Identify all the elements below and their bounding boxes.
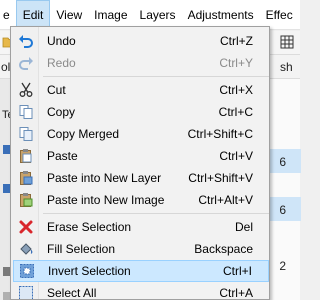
menu-separator bbox=[43, 213, 269, 214]
menu-item-redo[interactable]: Redo Ctrl+Y bbox=[13, 52, 269, 74]
menu-item-label: Redo bbox=[47, 56, 76, 70]
menu-item-shortcut: Ctrl+Y bbox=[219, 56, 253, 70]
paste-new-image-icon bbox=[15, 189, 37, 211]
menu-item-label: Erase Selection bbox=[47, 220, 132, 234]
menu-item-label: Paste into New Layer bbox=[47, 171, 162, 185]
menu-item-cut[interactable]: Cut Ctrl+X bbox=[13, 79, 269, 101]
menu-item-shortcut: Ctrl+X bbox=[219, 83, 253, 97]
edit-menu-dropdown: Undo Ctrl+Z Redo Ctrl+Y Cut Ctrl+X Copy … bbox=[10, 26, 270, 300]
menu-item-copy-merged[interactable]: Copy Merged Ctrl+Shift+C bbox=[13, 123, 269, 145]
redo-icon bbox=[15, 52, 37, 74]
menu-item-invert-selection[interactable]: Invert Selection Ctrl+I bbox=[13, 260, 269, 282]
grid-icon[interactable] bbox=[280, 35, 294, 49]
layer-value: 6 bbox=[279, 155, 286, 169]
menu-item-label: Paste into New Image bbox=[47, 193, 165, 207]
menu-item-shortcut: Ctrl+A bbox=[219, 286, 253, 300]
invert-selection-icon bbox=[16, 260, 38, 282]
option-fragment: sh bbox=[280, 60, 293, 74]
menu-item-label: Select All bbox=[47, 286, 97, 300]
menu-item-label: Invert Selection bbox=[48, 264, 131, 278]
menu-item-fill-selection[interactable]: Fill Selection Backspace bbox=[13, 238, 269, 260]
menu-item-label: Undo bbox=[47, 34, 76, 48]
menu-item-paste[interactable]: Paste Ctrl+V bbox=[13, 145, 269, 167]
paste-icon bbox=[15, 145, 37, 167]
menu-item-shortcut: Backspace bbox=[194, 242, 253, 256]
menu-item-paste-new-layer[interactable]: Paste into New Layer Ctrl+Shift+V bbox=[13, 167, 269, 189]
menu-item-label: Cut bbox=[47, 83, 66, 97]
menu-item-paste-new-image[interactable]: Paste into New Image Ctrl+Alt+V bbox=[13, 189, 269, 211]
fill-bucket-icon bbox=[15, 238, 37, 260]
menu-item-shortcut: Ctrl+I bbox=[222, 264, 252, 278]
menu-item-shortcut: Ctrl+Shift+C bbox=[187, 127, 253, 141]
menu-item-label: Copy bbox=[47, 105, 76, 119]
paste-new-layer-icon bbox=[15, 167, 37, 189]
menu-item-label: Fill Selection bbox=[47, 242, 116, 256]
menu-item-shortcut: Ctrl+V bbox=[219, 149, 253, 163]
undo-icon bbox=[15, 30, 37, 52]
menu-item-select-all[interactable]: Select All Ctrl+A bbox=[13, 282, 269, 300]
layers-panel: 6 6 2 bbox=[268, 79, 301, 300]
menu-item-shortcut: Ctrl+C bbox=[218, 105, 253, 119]
scissors-icon bbox=[15, 79, 37, 101]
copy-merged-icon bbox=[15, 123, 37, 145]
menu-item-shortcut: Ctrl+Shift+V bbox=[188, 171, 253, 185]
menu-separator bbox=[43, 76, 269, 77]
layer-value: 2 bbox=[279, 259, 286, 273]
menu-item-label: Copy Merged bbox=[47, 127, 120, 141]
menu-item-shortcut: Ctrl+Z bbox=[220, 34, 253, 48]
menu-item-copy[interactable]: Copy Ctrl+C bbox=[13, 101, 269, 123]
copy-icon bbox=[15, 101, 37, 123]
menu-item-erase-selection[interactable]: Erase Selection Del bbox=[13, 216, 269, 238]
layer-value: 6 bbox=[279, 203, 286, 217]
select-all-icon bbox=[15, 282, 37, 299]
menu-item-shortcut: Del bbox=[234, 220, 253, 234]
menu-item-shortcut: Ctrl+Alt+V bbox=[198, 193, 253, 207]
menu-item-label: Paste bbox=[47, 149, 78, 163]
menu-item-undo[interactable]: Undo Ctrl+Z bbox=[13, 30, 269, 52]
erase-x-icon bbox=[15, 216, 37, 238]
